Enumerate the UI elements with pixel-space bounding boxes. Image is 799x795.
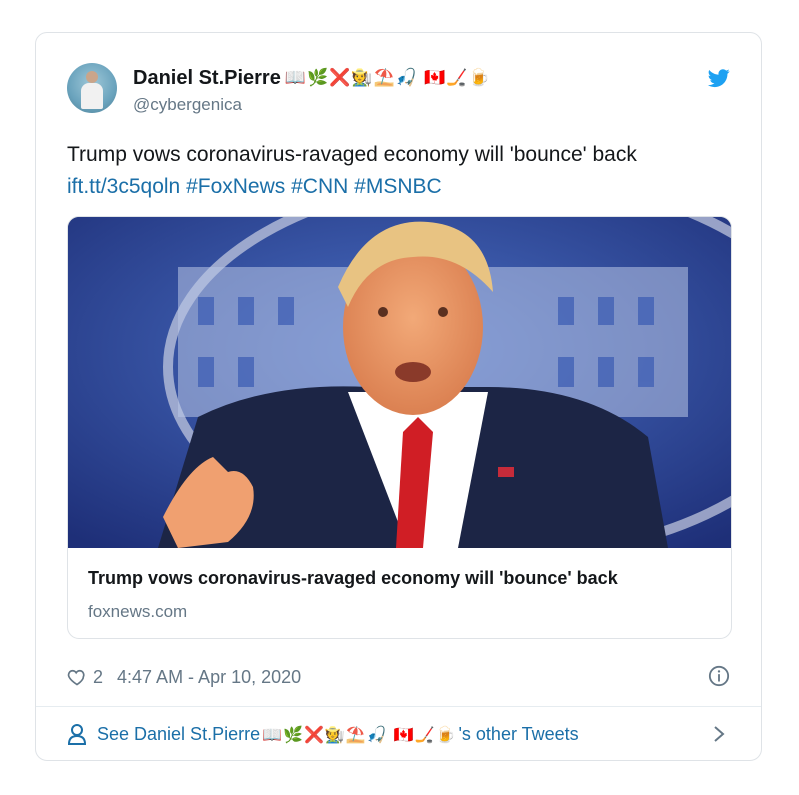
tweet-links-line: ift.tt/3c5qoln #FoxNews #CNN #MSNBC	[67, 171, 727, 203]
like-count[interactable]: 2	[93, 667, 103, 688]
avatar[interactable]	[67, 63, 117, 113]
tweet-timestamp[interactable]: 4:47 AM - Apr 10, 2020	[117, 667, 301, 688]
see-other-tweets-link[interactable]: See Daniel St.Pierre 📖🌿❌🧑‍🌾⛱️🎣 🇨🇦🏒🍺 's o…	[67, 721, 579, 747]
hashtag-cnn[interactable]: #CNN	[291, 175, 348, 198]
see-other-tweets-suffix[interactable]: 's other Tweets	[458, 724, 578, 745]
article-photo	[68, 217, 731, 548]
divider	[36, 706, 761, 707]
hashtag-foxnews[interactable]: #FoxNews	[186, 175, 285, 198]
tweet-link[interactable]: ift.tt/3c5qoln	[67, 175, 180, 198]
info-icon[interactable]	[708, 665, 730, 687]
chevron-right-icon[interactable]	[712, 725, 726, 743]
tweet-text-line: Trump vows coronavirus-ravaged economy w…	[67, 143, 637, 166]
link-preview-domain: foxnews.com	[88, 602, 188, 621]
avatar-body	[81, 83, 103, 109]
author-name[interactable]: Daniel St.Pierre	[133, 67, 281, 90]
link-preview-title[interactable]: Trump vows coronavirus-ravaged economy w…	[88, 568, 618, 589]
heart-icon[interactable]	[67, 667, 87, 687]
twitter-bird-icon[interactable]	[706, 67, 732, 89]
tweet-embed-card: Daniel St.Pierre 📖🌿❌🧑‍🌾⛱️🎣 🇨🇦🏒🍺 @cyberge…	[35, 32, 762, 761]
tweet-text: Trump vows coronavirus-ravaged economy w…	[67, 139, 727, 203]
hashtag-msnbc[interactable]: #MSNBC	[354, 175, 442, 198]
author-row[interactable]: Daniel St.Pierre 📖🌿❌🧑‍🌾⛱️🎣 🇨🇦🏒🍺	[133, 65, 491, 91]
avatar-head	[86, 71, 98, 83]
see-other-tweets-prefix[interactable]: See Daniel St.Pierre	[97, 724, 260, 745]
see-other-tweets-emojis: 📖🌿❌🧑‍🌾⛱️🎣 🇨🇦🏒🍺	[262, 724, 457, 744]
person-icon	[67, 724, 87, 745]
author-handle[interactable]: @cybergenica	[133, 95, 242, 115]
author-emojis: 📖🌿❌🧑‍🌾⛱️🎣 🇨🇦🏒🍺	[284, 68, 491, 88]
link-preview-card[interactable]: Trump vows coronavirus-ravaged economy w…	[67, 216, 732, 639]
tweet-meta: 2 4:47 AM - Apr 10, 2020	[67, 666, 301, 688]
